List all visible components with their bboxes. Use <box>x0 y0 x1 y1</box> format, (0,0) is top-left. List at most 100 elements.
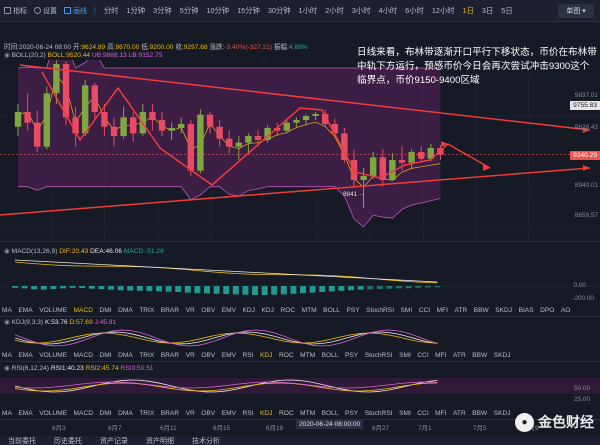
bottom-tab[interactable]: 当前委托 <box>8 436 36 445</box>
indicator-tab[interactable]: DMA <box>118 410 133 417</box>
indicator-tab[interactable]: TRIX <box>139 307 154 314</box>
eye-icon[interactable]: ◉ <box>4 52 10 59</box>
indicator-tab[interactable]: VOLUME <box>39 307 67 314</box>
indicator-tab[interactable]: BOLL <box>322 410 339 417</box>
indicator-tab[interactable]: MFI <box>437 307 448 314</box>
settings-button[interactable]: 设置 <box>34 6 57 16</box>
indicator-tab[interactable]: BOLL <box>322 352 339 359</box>
indicator-tab[interactable]: StochRSI <box>365 352 393 359</box>
indicator-tab[interactable]: ROC <box>279 410 294 417</box>
indicator-tab[interactable]: PSY <box>346 307 359 314</box>
indicator-tab[interactable]: CCI <box>417 352 428 359</box>
indicator-tab[interactable]: DPO <box>540 307 554 314</box>
indicator-tab[interactable]: SMI <box>399 352 411 359</box>
indicator-tab[interactable]: SMI <box>399 410 411 417</box>
indicator-tab[interactable]: VR <box>186 410 195 417</box>
indicator-tab[interactable]: RSI <box>242 352 253 359</box>
timeframe-tab[interactable]: 30分钟 <box>268 6 291 15</box>
indicator-tab[interactable]: StochRSI <box>366 307 394 314</box>
indicator-tab[interactable]: DMI <box>99 410 111 417</box>
timeframe-tab[interactable]: 2小时 <box>325 6 344 15</box>
indicator-tab[interactable]: ATR <box>453 410 466 417</box>
indicator-tab[interactable]: VOLUME <box>39 410 67 417</box>
indicator-tab[interactable]: ATR <box>454 307 467 314</box>
indicator-tab[interactable]: MFI <box>435 352 446 359</box>
indicator-tab[interactable]: KDJ <box>260 352 272 359</box>
indicator-tab[interactable]: BOLL <box>323 307 340 314</box>
timeframe-tab[interactable]: 10分钟 <box>206 6 229 15</box>
timeframe-tab[interactable]: 3小时 <box>352 6 371 15</box>
indicator-tab[interactable]: MTM <box>300 410 315 417</box>
indicator-tab[interactable]: OBV <box>201 410 215 417</box>
indicator-tab[interactable]: VR <box>186 307 195 314</box>
indicator-tab[interactable]: BRAR <box>161 352 179 359</box>
timeframe-tab[interactable]: 1小时 <box>299 6 318 15</box>
indicator-tab[interactable]: BBW <box>472 352 487 359</box>
indicator-tab[interactable]: EMV <box>222 307 236 314</box>
indicator-tab[interactable]: CCI <box>417 410 428 417</box>
eye-icon[interactable]: ◉ <box>4 319 10 326</box>
timeframe-tab[interactable]: 分时 <box>104 6 119 15</box>
indicator-tab[interactable]: OBV <box>201 352 215 359</box>
indicator-tab[interactable]: MACD <box>74 307 93 314</box>
kdj-chart[interactable] <box>0 327 600 349</box>
indicator-tab[interactable]: PSY <box>345 352 358 359</box>
indicator-tab[interactable]: MA <box>2 410 12 417</box>
indicator-tab[interactable]: DMI <box>99 307 111 314</box>
rsi-chart[interactable] <box>0 372 600 402</box>
timeframe-tab[interactable]: 15分钟 <box>237 6 260 15</box>
indicator-tab[interactable]: OBV <box>201 307 215 314</box>
timeframe-tab[interactable]: 6小时 <box>405 6 424 15</box>
macd-chart[interactable] <box>0 256 600 300</box>
indicator-tab[interactable]: SMI <box>401 307 413 314</box>
indicator-tab[interactable]: SKDJ <box>495 307 512 314</box>
indicator-tab[interactable]: ATR <box>453 352 466 359</box>
timeframe-tab[interactable]: 12小时 <box>432 6 455 15</box>
timeframe-tab[interactable]: 1日 <box>463 6 474 15</box>
indicator-tab[interactable]: DMA <box>118 307 133 314</box>
indicator-tab[interactable]: RSI <box>242 410 253 417</box>
timeframe-tab[interactable]: 5日 <box>501 6 512 15</box>
timeframe-tab[interactable]: 5分钟 <box>180 6 199 15</box>
indicator-tab[interactable]: CCI <box>419 307 430 314</box>
indicator-tab[interactable]: MA <box>2 307 12 314</box>
indicator-tab[interactable]: SKDJ <box>494 352 511 359</box>
indicator-tab[interactable]: EMA <box>18 410 32 417</box>
eye-icon[interactable]: ◉ <box>4 365 10 372</box>
indicator-tab[interactable]: VOLUME <box>39 352 67 359</box>
bottom-tab[interactable]: 资产明细 <box>146 436 174 445</box>
indicator-tab[interactable]: BRAR <box>161 307 179 314</box>
indicator-tab[interactable]: KDJ <box>242 307 254 314</box>
timeframe-tab[interactable]: 1分钟 <box>126 6 145 15</box>
bottom-tab[interactable]: 资产记录 <box>100 436 128 445</box>
indicator-tab[interactable]: MACD <box>74 410 93 417</box>
indicator-tab[interactable]: DMA <box>118 352 133 359</box>
indicator-tab[interactable]: MFI <box>435 410 446 417</box>
indicator-tab[interactable]: MA <box>2 352 12 359</box>
indicator-tab[interactable]: EMV <box>222 410 236 417</box>
indicators-button[interactable]: 指标 <box>4 6 27 16</box>
indicator-tab[interactable]: MTM <box>300 352 315 359</box>
indicator-tab[interactable]: DMI <box>99 352 111 359</box>
indicator-tab[interactable]: SKDJ <box>494 410 511 417</box>
indicator-tab[interactable]: VR <box>186 352 195 359</box>
indicator-tab[interactable]: ROC <box>279 352 294 359</box>
indicator-tab[interactable]: BBW <box>472 410 487 417</box>
indicator-tab[interactable]: MTM <box>302 307 317 314</box>
indicator-tab[interactable]: BIAS <box>519 307 534 314</box>
indicator-tab[interactable]: StochRSI <box>365 410 393 417</box>
bottom-tab[interactable]: 历史委托 <box>54 436 82 445</box>
indicator-tab[interactable]: BBW <box>474 307 489 314</box>
indicator-tab[interactable]: ROC <box>280 307 295 314</box>
single-chart-button[interactable]: 单图 ▾ <box>558 4 594 18</box>
timeframe-tab[interactable]: 4小时 <box>379 6 398 15</box>
indicator-tab[interactable]: KDJ <box>260 410 272 417</box>
indicator-tab[interactable]: EMA <box>18 307 32 314</box>
indicator-tab[interactable]: MACD <box>74 352 93 359</box>
draw-line-button[interactable]: 画线 <box>64 6 87 16</box>
indicator-tab[interactable]: AO <box>561 307 571 314</box>
eye-icon[interactable]: ◉ <box>4 248 10 255</box>
timeframe-tab[interactable]: 3日 <box>482 6 493 15</box>
indicator-tab[interactable]: PSY <box>345 410 358 417</box>
indicator-tab[interactable]: TRIX <box>139 410 154 417</box>
